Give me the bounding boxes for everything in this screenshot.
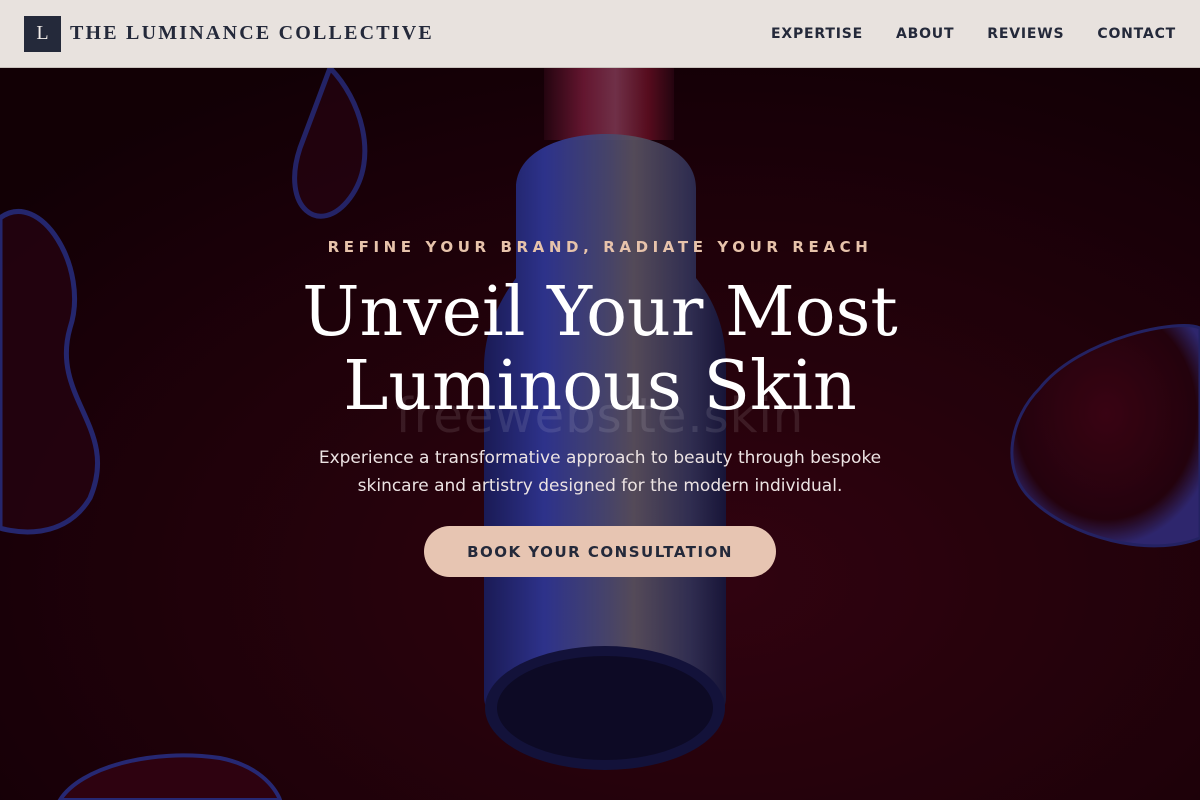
nav-contact[interactable]: CONTACT: [1097, 26, 1176, 42]
hero-section: REFINE YOUR BRAND, RADIATE YOUR REACH Un…: [0, 68, 1200, 800]
hero-eyebrow: REFINE YOUR BRAND, RADIATE YOUR REACH: [327, 238, 873, 256]
nav-expertise[interactable]: EXPERTISE: [771, 26, 863, 42]
subtitle-line-1: Experience a transformative approach to …: [318, 448, 882, 468]
logo-mark[interactable]: L: [24, 15, 61, 52]
subtitle-line-2: skincare and artistry designed for the m…: [357, 476, 843, 496]
hero-subtitle: Experience a transformative approach to …: [300, 444, 900, 500]
nav-reviews[interactable]: REVIEWS: [987, 26, 1064, 42]
brand-name[interactable]: THE LUMINANCE COLLECTIVE: [70, 22, 434, 45]
main-nav: EXPERTISE ABOUT REVIEWS CONTACT: [771, 26, 1176, 42]
book-consultation-button[interactable]: BOOK YOUR CONSULTATION: [424, 526, 776, 577]
hero-content: REFINE YOUR BRAND, RADIATE YOUR REACH Un…: [0, 68, 1200, 800]
nav-about[interactable]: ABOUT: [896, 26, 954, 42]
site-header: L THE LUMINANCE COLLECTIVE EXPERTISE ABO…: [0, 0, 1200, 68]
headline-line-1: Unveil Your Most: [302, 273, 898, 352]
brand[interactable]: L THE LUMINANCE COLLECTIVE: [24, 15, 434, 52]
watermark: freewebsite.skin: [395, 388, 805, 444]
